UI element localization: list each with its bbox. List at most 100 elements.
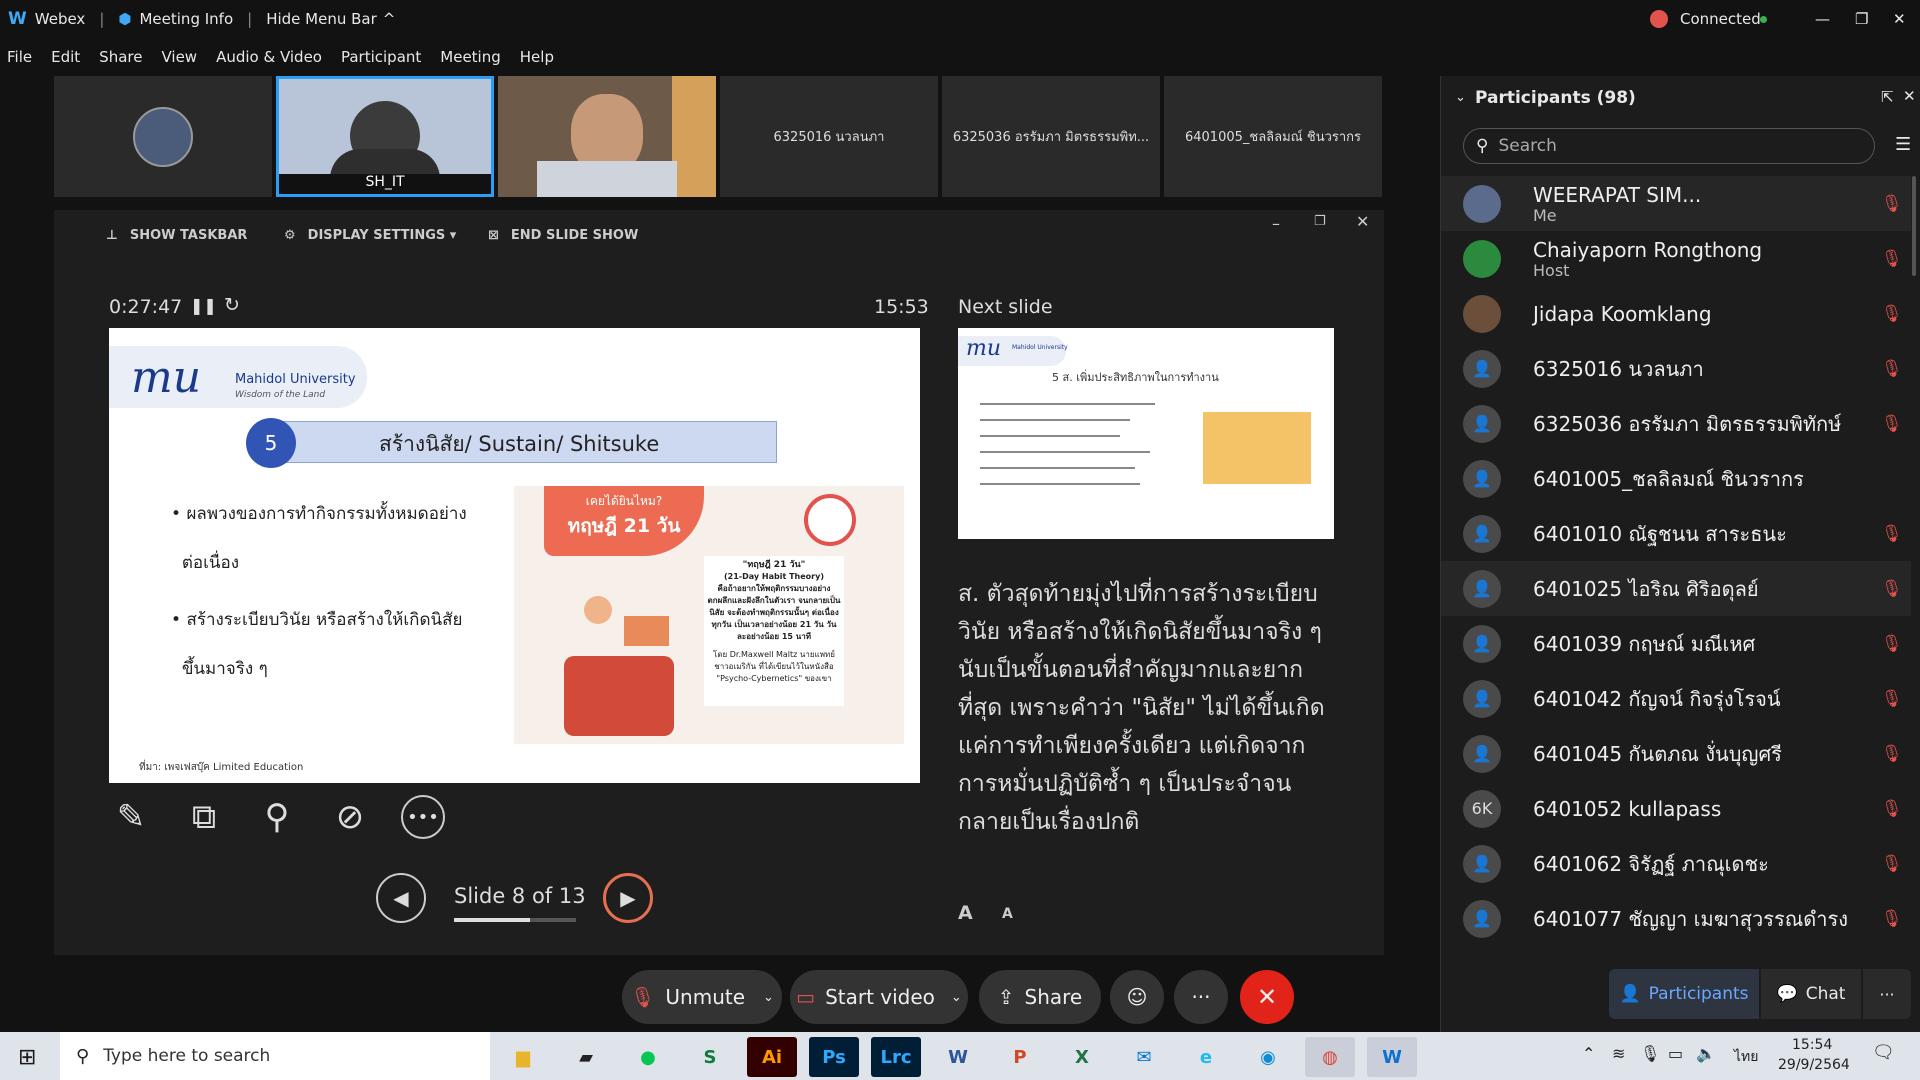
network-icon[interactable]: ≋ [1612,1044,1625,1063]
sticky-notes-icon[interactable]: ▰ [561,1037,611,1077]
menu-view[interactable]: View [161,48,197,66]
chevron-down-icon[interactable]: ⌄ [951,990,962,1005]
participant-row[interactable]: 👤 6401025 ไอริณ ศิริอดุลย์ 🎙 [1441,561,1911,616]
webex-taskbar-icon[interactable]: W [1367,1037,1417,1077]
unmute-button[interactable]: 🎙 Unmute ⌄ [622,970,782,1024]
video-tile[interactable] [54,76,272,197]
increase-font-icon[interactable]: A [958,902,973,924]
internet-explorer-icon[interactable]: e [1181,1037,1231,1077]
participant-row[interactable]: 👤 6401005_ชลลิลมณ์ ชินวรากร [1441,451,1911,506]
close-panel-icon[interactable]: ✕ [1903,87,1916,105]
video-tile[interactable]: 6401005_ชลลิลมณ์ ชินวรากร [1164,76,1382,197]
next-slide-button[interactable]: ▶ [603,873,653,923]
chrome-icon[interactable]: ◍ [1305,1037,1355,1077]
participants-tab[interactable]: 👤 Participants [1609,969,1759,1019]
chevron-up-icon[interactable]: ^ [383,10,396,28]
video-tile[interactable]: 6325036 อรรัมภา มิตรธรรมพิท... [942,76,1160,197]
start-video-button[interactable]: ▭ Start video ⌄ [790,970,968,1024]
decrease-font-icon[interactable]: A [1002,906,1013,922]
next-slide-preview[interactable]: mu Mahidol University 5 ส. เพิ่มประสิทธิ… [958,328,1334,539]
video-tile[interactable] [498,76,716,197]
menu-file[interactable]: File [7,48,32,66]
close-slideshow-button[interactable]: ✕ [1356,212,1369,231]
participant-row[interactable]: 👤 6401062 จิรัฏฐ์ ภาณุเดชะ 🎙 [1441,836,1911,891]
participant-row[interactable]: 6K 6401052 kullapass 🎙 [1441,781,1911,836]
participant-row[interactable]: 👤 6325016 นวลนภา 🎙 [1441,341,1911,396]
pop-out-icon[interactable]: ⇱ [1881,88,1894,106]
slide-counter[interactable]: Slide 8 of 13 [454,884,586,908]
menu-meeting[interactable]: Meeting [440,48,500,66]
video-tile-active-speaker[interactable]: SH_IT [276,76,494,197]
scrollbar[interactable] [1912,176,1916,276]
volume-icon[interactable]: 🔈 [1696,1044,1716,1063]
windows-start-icon[interactable]: ⊞ [18,1045,36,1070]
participant-row[interactable]: 👤 6325036 อรรัมภา มิตรธรรมพิทักษ์ 🎙 [1441,396,1911,451]
more-options-icon[interactable]: ••• [401,795,445,839]
menu-help[interactable]: Help [520,48,554,66]
microphone-icon[interactable]: 🎙 [1640,1044,1660,1063]
leave-meeting-button[interactable]: ✕ [1240,970,1294,1024]
taskbar-search-box[interactable]: ⚲ Type here to search [60,1032,490,1080]
show-taskbar-button[interactable]: ⊥ SHOW TASKBAR [106,228,247,243]
video-tile[interactable]: 6325016 นวลนภา [720,76,938,197]
photoshop-icon[interactable]: Ps [809,1037,859,1077]
excel-icon[interactable]: X [1057,1037,1107,1077]
show-hidden-icons-icon[interactable]: ⌃ [1582,1044,1595,1063]
minimize-slideshow-button[interactable]: – [1272,214,1280,233]
menu-edit[interactable]: Edit [51,48,80,66]
pause-timer-icon[interactable]: ❚❚ [190,296,217,315]
taskbar-search-input[interactable]: Type here to search [103,1046,270,1066]
participant-row[interactable]: 👤 6401039 กฤษณ์ มณีเหศ 🎙 [1441,616,1911,671]
taskbar-time[interactable]: 15:54 [1792,1037,1832,1053]
line-app-icon[interactable]: ● [623,1037,673,1077]
restore-window-button[interactable]: ❐ [1855,10,1868,28]
more-button[interactable]: ··· [1174,970,1228,1024]
lightroom-classic-icon[interactable]: Lrc [871,1037,921,1077]
zoom-icon[interactable]: ⚲ [255,795,299,839]
sort-icon[interactable]: ☰ [1895,134,1911,155]
share-button[interactable]: ⇪ Share [979,970,1101,1024]
black-screen-icon[interactable]: ⊘ [328,795,372,839]
participant-row[interactable]: 👤 6401042 กัญจน์ กิจรุ่งโรจน์ 🎙 [1441,671,1911,726]
menu-share[interactable]: Share [99,48,142,66]
chat-tab[interactable]: 💬 Chat [1761,969,1861,1019]
meeting-info-button[interactable]: Meeting Info [139,10,233,28]
search-icon: ⚲ [1476,136,1489,156]
see-all-slides-icon[interactable]: ⧉ [182,795,226,839]
edge-icon[interactable]: ◉ [1243,1037,1293,1077]
word-icon[interactable]: W [933,1037,983,1077]
taskbar-date[interactable]: 29/9/2564 [1778,1057,1850,1073]
chevron-down-icon[interactable]: ⌄ [763,990,774,1005]
menu-audio-video[interactable]: Audio & Video [216,48,322,66]
restore-slideshow-button[interactable]: ❐ [1314,214,1326,229]
search-input[interactable]: Search [1498,136,1556,156]
close-window-button[interactable]: ✕ [1893,10,1906,28]
illustrator-icon[interactable]: Ai [747,1037,797,1077]
app-s-icon[interactable]: S [685,1037,735,1077]
file-explorer-icon[interactable]: ▆ [498,1037,548,1077]
input-language[interactable]: ไทย [1734,1046,1758,1068]
participant-row[interactable]: WEERAPAT SIM... Me 🎙 [1441,176,1911,231]
mail-icon[interactable]: ✉ [1119,1037,1169,1077]
collapse-chevron-icon[interactable]: ⌄ [1455,90,1466,105]
restart-timer-icon[interactable]: ↻ [224,294,240,316]
reactions-button[interactable]: ☺ [1110,970,1164,1024]
hide-menu-bar-button[interactable]: Hide Menu Bar [266,10,377,28]
menu-participant[interactable]: Participant [341,48,421,66]
notifications-icon[interactable]: 🗨 [1872,1042,1895,1063]
participant-row[interactable]: 👤 6401077 ชัญญา เมฆาสุวรรณดำรง 🎙 [1441,891,1911,946]
minimize-window-button[interactable]: — [1815,10,1830,28]
participant-row[interactable]: 👤 6401010 ณัฐชนน สาระธนะ 🎙 [1441,506,1911,561]
participant-row[interactable]: Jidapa Koomklang 🎙 [1441,286,1911,341]
battery-icon[interactable]: ▭ [1668,1044,1683,1063]
powerpoint-icon[interactable]: P [995,1037,1045,1077]
display-settings-button[interactable]: ⚙ DISPLAY SETTINGS ▾ [284,228,456,243]
end-slide-show-button[interactable]: ⊠ END SLIDE SHOW [488,228,638,243]
search-box[interactable]: ⚲ Search [1463,128,1875,164]
participant-row[interactable]: 👤 6401045 กันตภณ งั่นบุญศรี 🎙 [1441,726,1911,781]
more-panels-button[interactable]: ··· [1863,969,1911,1019]
pen-icon[interactable]: ✎ [109,795,153,839]
previous-slide-button[interactable]: ◀ [376,873,426,923]
meeting-info-icon[interactable]: ⬢ [118,10,131,28]
participant-row[interactable]: Chaiyaporn Rongthong Host 🎙 [1441,231,1911,286]
